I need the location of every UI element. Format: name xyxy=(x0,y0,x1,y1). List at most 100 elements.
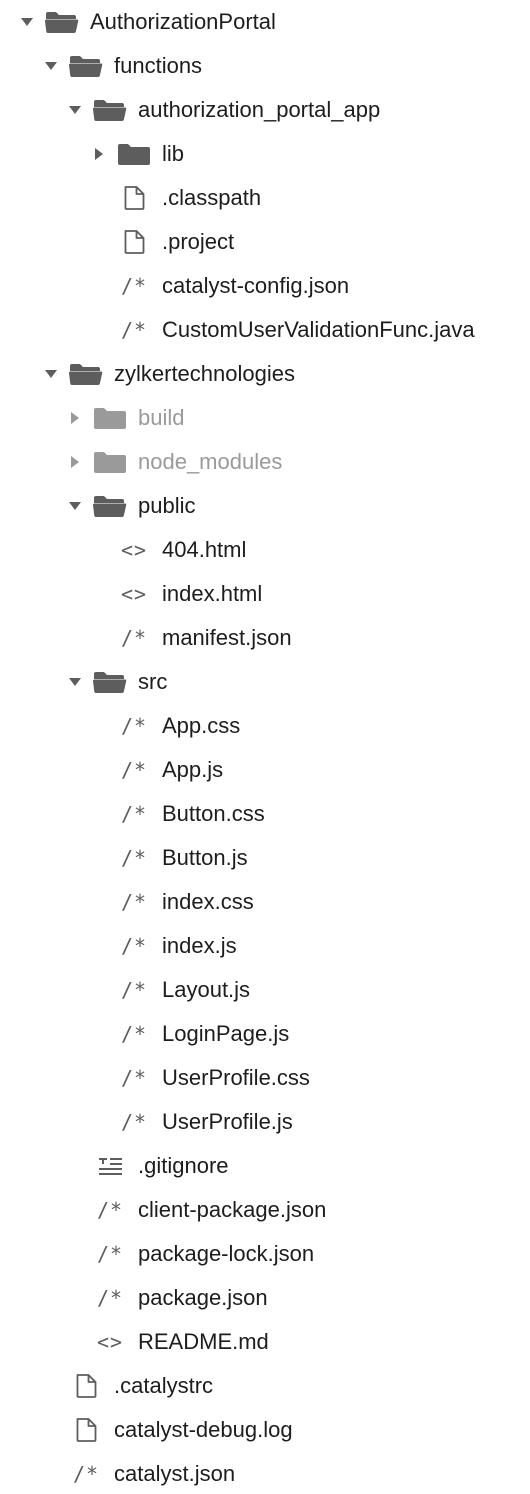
tree-file-package-json[interactable]: /* package.json xyxy=(0,1276,530,1320)
tree-item-label: authorization_portal_app xyxy=(138,97,381,122)
disclosure-expanded-icon[interactable] xyxy=(20,15,34,29)
icon-glyph: /* xyxy=(96,1198,124,1222)
text-lines-icon xyxy=(93,1154,127,1178)
comment-code-icon: /* xyxy=(93,1286,127,1310)
tree-file-userprofile-css[interactable]: /* UserProfile.css xyxy=(0,1056,530,1100)
disclosure-expanded-icon[interactable] xyxy=(44,367,58,381)
tree-item-label: build xyxy=(138,405,185,430)
comment-code-icon: /* xyxy=(117,274,151,298)
icon-glyph: /* xyxy=(120,1066,148,1090)
tree-item-label: README.md xyxy=(138,1329,269,1354)
comment-code-icon: /* xyxy=(117,846,151,870)
tree-file-layout-js[interactable]: /* Layout.js xyxy=(0,968,530,1012)
disclosure-collapsed-icon[interactable] xyxy=(92,147,106,161)
tree-file-manifest-json[interactable]: /* manifest.json xyxy=(0,616,530,660)
tree-file-classpath[interactable]: .classpath xyxy=(0,176,530,220)
tree-item-label: App.js xyxy=(162,757,224,782)
comment-code-icon: /* xyxy=(117,802,151,826)
disclosure-expanded-icon[interactable] xyxy=(68,675,82,689)
folder-open-icon xyxy=(93,494,127,518)
tree-file-catalyst-config-json[interactable]: /* catalyst-config.json xyxy=(0,264,530,308)
tree-item-label: node_modules xyxy=(138,449,283,474)
tree-file-app-css[interactable]: /* App.css xyxy=(0,704,530,748)
markup-icon: <> xyxy=(117,538,151,562)
tree-file-catalyst-json[interactable]: /* catalyst.json xyxy=(0,1452,530,1494)
tree-item-label: index.css xyxy=(162,889,254,914)
tree-item-label: lib xyxy=(162,141,185,166)
folder-icon xyxy=(117,142,151,166)
comment-code-icon: /* xyxy=(117,714,151,738)
tree-file-404-html[interactable]: <> 404.html xyxy=(0,528,530,572)
tree-item-label: package.json xyxy=(138,1285,268,1310)
tree-file-gitignore[interactable]: .gitignore xyxy=(0,1144,530,1188)
disclosure-expanded-icon[interactable] xyxy=(68,103,82,117)
disclosure-expanded-icon[interactable] xyxy=(68,499,82,513)
tree-file-catalystrc[interactable]: .catalystrc xyxy=(0,1364,530,1408)
icon-glyph: /* xyxy=(120,714,148,738)
tree-file-userprofile-js[interactable]: /* UserProfile.js xyxy=(0,1100,530,1144)
icon-glyph: /* xyxy=(120,318,148,342)
icon-glyph: /* xyxy=(120,934,148,958)
disclosure-expanded-icon[interactable] xyxy=(44,59,58,73)
tree-file-app-js[interactable]: /* App.js xyxy=(0,748,530,792)
tree-folder-src[interactable]: src xyxy=(0,660,530,704)
icon-glyph: /* xyxy=(120,978,148,1002)
tree-file-index-js[interactable]: /* index.js xyxy=(0,924,530,968)
tree-item-label: .catalystrc xyxy=(114,1373,214,1398)
tree-file-button-js[interactable]: /* Button.js xyxy=(0,836,530,880)
icon-glyph: /* xyxy=(120,890,148,914)
tree-item-label: .gitignore xyxy=(138,1153,229,1178)
tree-item-label: Layout.js xyxy=(162,977,251,1002)
tree-file-button-css[interactable]: /* Button.css xyxy=(0,792,530,836)
comment-code-icon: /* xyxy=(69,1462,103,1486)
file-icon xyxy=(69,1418,103,1442)
file-tree: AuthorizationPortal functions authorizatio… xyxy=(0,0,530,1494)
tree-item-label: catalyst-debug.log xyxy=(114,1417,293,1442)
file-icon xyxy=(117,230,151,254)
markup-icon: <> xyxy=(93,1330,127,1354)
tree-file-index-css[interactable]: /* index.css xyxy=(0,880,530,924)
tree-file-readme-md[interactable]: <> README.md xyxy=(0,1320,530,1364)
folder-open-icon xyxy=(45,10,79,34)
disclosure-collapsed-icon[interactable] xyxy=(68,455,82,469)
tree-folder-authorization-portal-app[interactable]: authorization_portal_app xyxy=(0,88,530,132)
icon-glyph: /* xyxy=(120,1022,148,1046)
tree-file-index-html[interactable]: <> index.html xyxy=(0,572,530,616)
tree-file-package-lock-json[interactable]: /* package-lock.json xyxy=(0,1232,530,1276)
tree-item-label: public xyxy=(138,493,196,518)
tree-item-label: manifest.json xyxy=(162,625,292,650)
tree-item-label: index.js xyxy=(162,933,237,958)
folder-open-icon xyxy=(93,670,127,694)
tree-item-label: .classpath xyxy=(162,185,262,210)
tree-file-catalyst-debug-log[interactable]: catalyst-debug.log xyxy=(0,1408,530,1452)
tree-file-customuservalidationfunc-java[interactable]: /* CustomUserValidationFunc.java xyxy=(0,308,530,352)
tree-folder-node-modules[interactable]: node_modules xyxy=(0,440,530,484)
file-icon xyxy=(117,186,151,210)
folder-icon xyxy=(93,406,127,430)
tree-folder-build[interactable]: build xyxy=(0,396,530,440)
tree-item-label: App.css xyxy=(162,713,241,738)
icon-glyph: /* xyxy=(96,1286,124,1310)
comment-code-icon: /* xyxy=(117,1066,151,1090)
comment-code-icon: /* xyxy=(117,626,151,650)
icon-glyph: <> xyxy=(120,582,148,606)
tree-item-label: CustomUserValidationFunc.java xyxy=(162,317,475,342)
tree-folder-authorizationportal[interactable]: AuthorizationPortal xyxy=(0,0,530,44)
disclosure-collapsed-icon[interactable] xyxy=(68,411,82,425)
comment-code-icon: /* xyxy=(93,1242,127,1266)
icon-glyph: <> xyxy=(96,1330,124,1354)
tree-item-label: Button.css xyxy=(162,801,265,826)
tree-item-label: LoginPage.js xyxy=(162,1021,290,1046)
tree-folder-lib[interactable]: lib xyxy=(0,132,530,176)
tree-file-client-package-json[interactable]: /* client-package.json xyxy=(0,1188,530,1232)
tree-file-project[interactable]: .project xyxy=(0,220,530,264)
tree-item-label: UserProfile.css xyxy=(162,1065,310,1090)
tree-item-label: 404.html xyxy=(162,537,247,562)
tree-folder-public[interactable]: public xyxy=(0,484,530,528)
icon-glyph: /* xyxy=(120,626,148,650)
folder-open-icon xyxy=(93,98,127,122)
icon-glyph: /* xyxy=(120,802,148,826)
tree-file-loginpage-js[interactable]: /* LoginPage.js xyxy=(0,1012,530,1056)
tree-folder-zylkertechnologies[interactable]: zylkertechnologies xyxy=(0,352,530,396)
tree-folder-functions[interactable]: functions xyxy=(0,44,530,88)
